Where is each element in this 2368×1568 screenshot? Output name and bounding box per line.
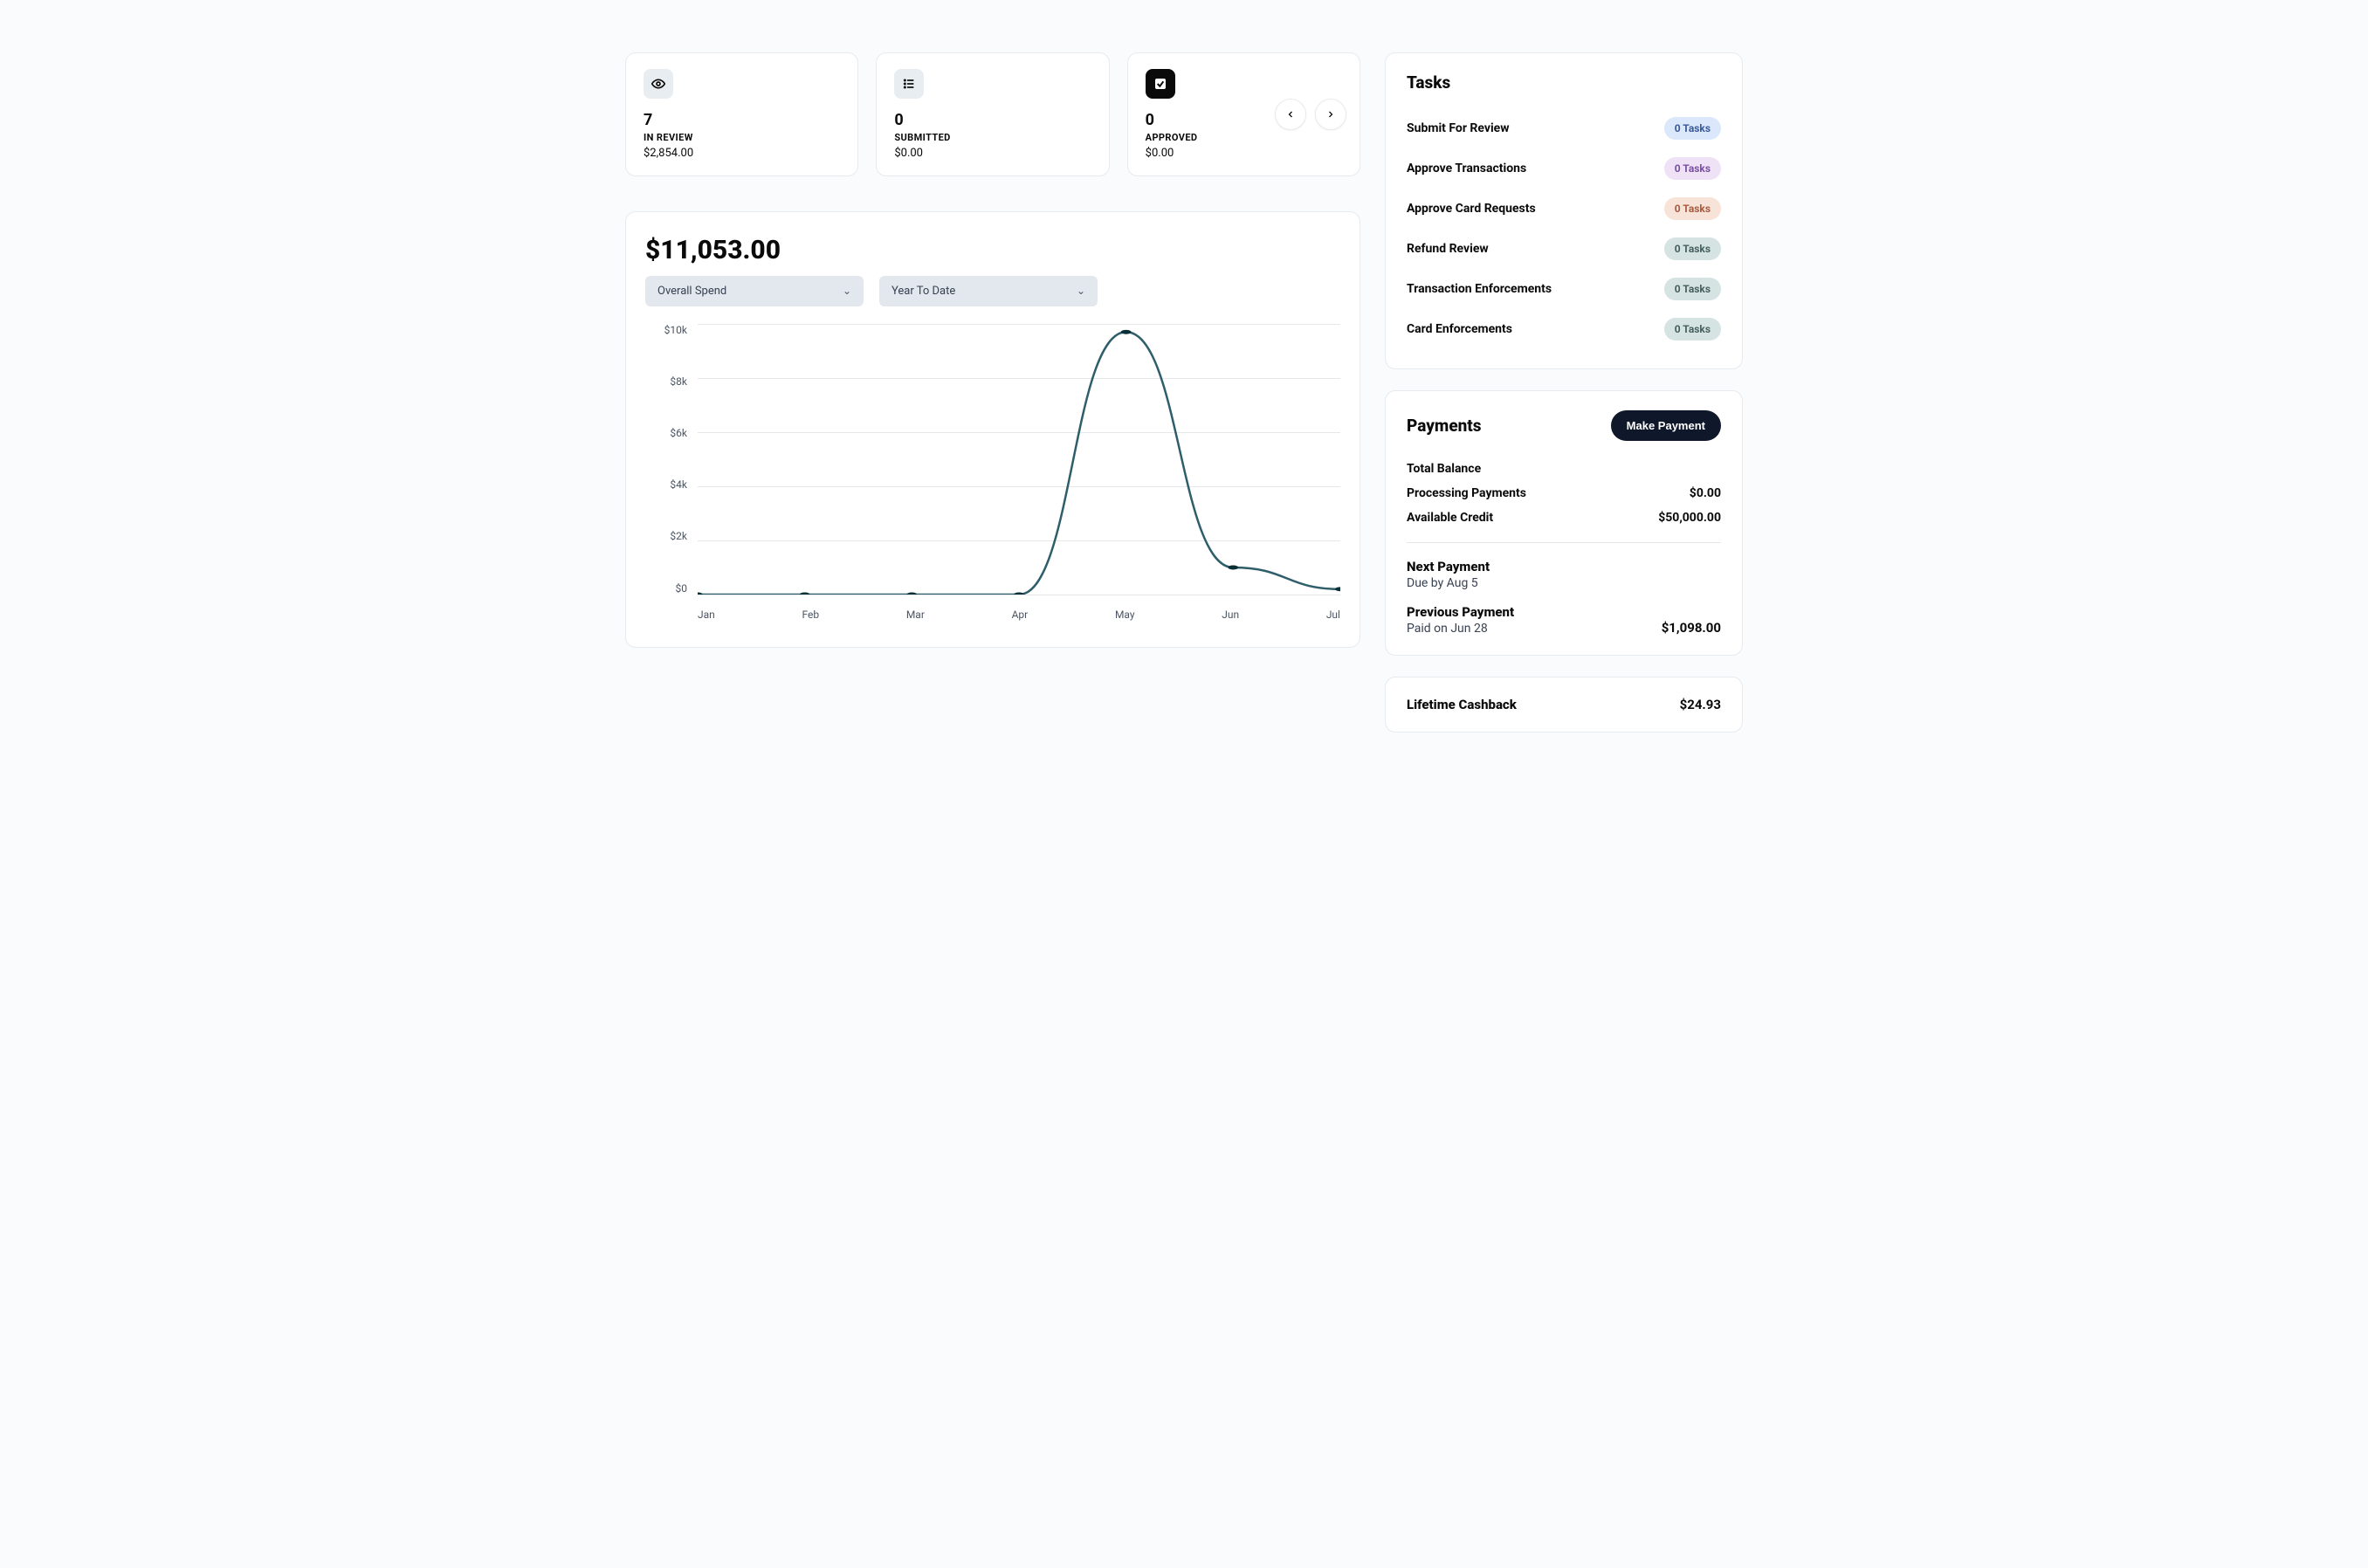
x-tick-label: Jul [1326, 609, 1340, 621]
stat-amount: $0.00 [894, 147, 1091, 160]
next-payment-sub: Due by Aug 5 [1407, 576, 1478, 590]
x-tick-label: May [1115, 609, 1135, 621]
task-count-pill: 0 Tasks [1664, 157, 1721, 180]
chart-point[interactable] [698, 592, 703, 594]
y-tick-label: $0 [645, 582, 687, 595]
payments-title: Payments [1407, 416, 1482, 436]
stat-label: IN REVIEW [644, 132, 840, 143]
task-row[interactable]: Refund Review 0 Tasks [1407, 229, 1721, 269]
stat-prev-button[interactable] [1275, 99, 1306, 130]
range-select[interactable]: Year To Date ⌄ [879, 276, 1098, 306]
total-balance-label: Total Balance [1407, 462, 1481, 476]
y-tick-label: $8k [645, 375, 687, 388]
stat-amount: $0.00 [1146, 147, 1342, 160]
task-count-pill: 0 Tasks [1664, 197, 1721, 220]
task-count-pill: 0 Tasks [1664, 117, 1721, 140]
metric-select-label: Overall Spend [657, 285, 726, 298]
eye-icon [644, 69, 673, 99]
stat-value: 7 [644, 111, 840, 130]
stat-next-button[interactable] [1315, 99, 1346, 130]
x-tick-label: Jun [1222, 609, 1239, 621]
task-name: Submit For Review [1407, 121, 1510, 135]
stat-label: APPROVED [1146, 132, 1342, 143]
task-name: Refund Review [1407, 242, 1489, 256]
task-name: Approve Transactions [1407, 162, 1526, 175]
chart-point[interactable] [1228, 565, 1238, 569]
stat-label: SUBMITTED [894, 132, 1091, 143]
task-count-pill: 0 Tasks [1664, 278, 1721, 300]
spend-chart-card: $11,053.00 Overall Spend ⌄ Year To Date … [625, 211, 1360, 648]
chart-total: $11,053.00 [645, 235, 1340, 265]
prev-payment-label: Previous Payment [1407, 604, 1721, 620]
chart-line [698, 332, 1340, 595]
chevron-left-icon [1285, 109, 1296, 120]
list-icon [894, 69, 924, 99]
make-payment-button[interactable]: Make Payment [1611, 410, 1721, 441]
stat-card-submitted[interactable]: 0 SUBMITTED $0.00 [876, 52, 1109, 176]
check-icon [1146, 69, 1175, 99]
prev-payment-value: $1,098.00 [1662, 620, 1721, 636]
x-tick-label: Jan [698, 609, 715, 621]
prev-payment-sub: Paid on Jun 28 [1407, 622, 1488, 636]
range-select-label: Year To Date [891, 285, 955, 298]
chevron-down-icon: ⌄ [1077, 285, 1085, 297]
chart-point[interactable] [1014, 592, 1024, 594]
y-tick-label: $2k [645, 530, 687, 542]
chart-point[interactable] [1121, 329, 1132, 334]
x-tick-label: Apr [1012, 609, 1029, 621]
task-row[interactable]: Approve Card Requests 0 Tasks [1407, 189, 1721, 229]
cashback-label: Lifetime Cashback [1407, 697, 1517, 712]
chevron-down-icon: ⌄ [843, 285, 851, 297]
task-row[interactable]: Card Enforcements 0 Tasks [1407, 309, 1721, 349]
tasks-title: Tasks [1407, 72, 1721, 93]
task-row[interactable]: Transaction Enforcements 0 Tasks [1407, 269, 1721, 309]
x-tick-label: Mar [906, 609, 925, 621]
chevron-right-icon [1325, 109, 1336, 120]
credit-value: $50,000.00 [1658, 511, 1721, 525]
chart-point[interactable] [1335, 587, 1340, 591]
task-name: Approve Card Requests [1407, 202, 1536, 216]
y-tick-label: $6k [645, 427, 687, 439]
chart-point[interactable] [800, 592, 810, 594]
task-row[interactable]: Submit For Review 0 Tasks [1407, 108, 1721, 148]
stat-nav-arrows [1275, 99, 1346, 130]
y-tick-label: $4k [645, 478, 687, 491]
task-name: Card Enforcements [1407, 322, 1512, 336]
tasks-card: Tasks Submit For Review0 TasksApprove Tr… [1385, 52, 1743, 369]
stat-row: 7 IN REVIEW $2,854.00 0 SUBMITTED $0.00 … [625, 52, 1360, 176]
x-tick-label: Feb [802, 609, 819, 621]
credit-label: Available Credit [1407, 511, 1493, 525]
metric-select[interactable]: Overall Spend ⌄ [645, 276, 864, 306]
task-row[interactable]: Approve Transactions 0 Tasks [1407, 148, 1721, 189]
y-tick-label: $10k [645, 324, 687, 336]
payments-card: Payments Make Payment Total Balance Proc… [1385, 390, 1743, 656]
chart-area: $10k $8k $6k $4k $2k $0 Jan Feb Mar Apr May Jun Jul [645, 324, 1340, 621]
processing-label: Processing Payments [1407, 486, 1526, 500]
task-count-pill: 0 Tasks [1664, 318, 1721, 340]
stat-value: 0 [894, 111, 1091, 130]
stat-amount: $2,854.00 [644, 147, 840, 160]
divider [1407, 542, 1721, 543]
stat-card-in-review[interactable]: 7 IN REVIEW $2,854.00 [625, 52, 858, 176]
task-name: Transaction Enforcements [1407, 282, 1552, 296]
chart-point[interactable] [906, 592, 917, 594]
cashback-card[interactable]: Lifetime Cashback $24.93 [1385, 677, 1743, 732]
processing-value: $0.00 [1690, 486, 1721, 500]
next-payment-label: Next Payment [1407, 559, 1721, 574]
task-count-pill: 0 Tasks [1664, 237, 1721, 260]
cashback-value: $24.93 [1680, 697, 1721, 712]
